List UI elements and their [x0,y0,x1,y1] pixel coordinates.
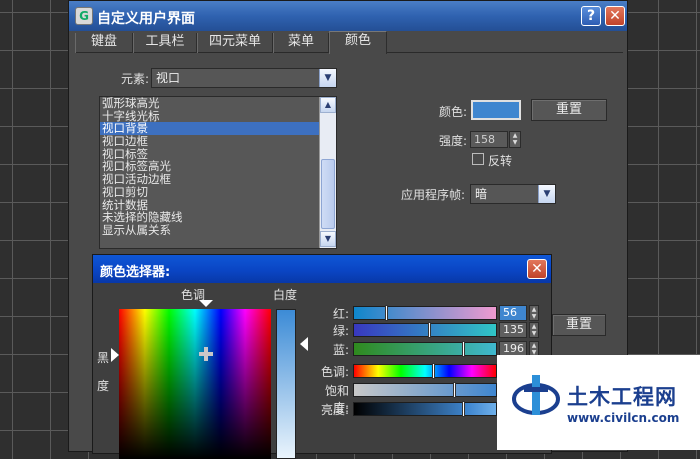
app-frame-dropdown[interactable]: 暗 ▼ [470,184,556,204]
green-spinner[interactable]: ▲ ▼ [529,322,539,338]
list-item[interactable]: 视口边框 [100,135,336,148]
black-label: 黑 [97,351,110,365]
element-value: 视口 [156,71,181,85]
hue-label: 色调: [320,365,349,379]
chevron-down-icon[interactable]: ▼ [538,185,555,203]
tab-quad-menus[interactable]: 四元菜单 [197,33,273,53]
color-swatch[interactable] [471,100,521,120]
tab-menus[interactable]: 菜单 [273,33,329,53]
tab-bar: 键盘 工具栏 四元菜单 菜单 颜色 [75,31,623,54]
blue-label: 蓝: [332,343,349,357]
red-slider[interactable] [353,305,497,321]
tab-toolbars[interactable]: 工具栏 [133,33,197,53]
red-value-input[interactable]: 56 [499,305,527,321]
intensity-input[interactable]: 158 [470,131,508,148]
saturation-slider-knob[interactable] [453,382,456,398]
invert-checkbox[interactable] [472,153,484,165]
green-label: 绿: [332,324,349,338]
chevron-down-icon[interactable]: ▼ [319,69,336,87]
value-slider-knob[interactable] [462,401,465,417]
tab-keyboard[interactable]: 键盘 [75,33,133,53]
green-slider[interactable] [353,322,497,338]
red-label: 红: [332,307,349,321]
hue-marker-icon[interactable] [199,300,213,308]
list-item[interactable]: 视口剪切 [100,186,336,199]
app-frame-value: 暗 [475,187,488,201]
color-selector-title: 颜色选择器: [100,265,171,280]
element-label: 元素: [121,72,150,86]
scroll-thumb[interactable] [321,159,335,229]
app-frame-label: 应用程序帧: [401,188,466,202]
crosshair-icon[interactable] [199,347,213,361]
watermark-url: www.civilcn.com [567,411,680,425]
civilcn-logo-icon [512,375,560,415]
value-label: 亮度: [320,403,349,417]
close-button[interactable]: ✕ [605,6,625,26]
hue-slider-knob[interactable] [432,363,435,379]
blackness-marker-icon[interactable] [111,348,119,362]
color-selector-close-button[interactable]: ✕ [527,259,547,279]
app-icon: G [75,7,93,25]
green-value-input[interactable]: 135 [499,322,527,338]
hue-slider[interactable] [353,363,497,379]
list-item[interactable]: 视口活动边框 [100,173,336,186]
whiteness-bar[interactable] [276,309,296,459]
list-scrollbar[interactable]: ▲ ▼ [319,97,336,248]
watermark: 土木工程网 www.civilcn.com [497,355,700,450]
watermark-name: 土木工程网 [567,385,677,409]
invert-label: 反转 [488,154,513,168]
degree-label: 度 [97,379,110,393]
color-label: 颜色: [439,105,468,119]
value-slider[interactable] [353,401,497,417]
title-bar[interactable]: G 自定义用户界面 ? ✕ [69,1,627,31]
reset-button-2[interactable]: 重置 [552,314,606,336]
element-list[interactable]: 弧形球高光 十字线光标 视口背景 视口边框 视口标签 视口标签高光 视口活动边框 视口剪切 统计… [99,96,337,249]
color-selector-title-bar[interactable]: 颜色选择器: ✕ [93,255,551,283]
element-list-items: 弧形球高光 十字线光标 视口背景 视口边框 视口标签 视口标签高光 视口活动边框 视口剪切 统计… [100,97,336,237]
chevron-down-icon[interactable]: ▼ [320,231,336,247]
hue-blackness-field[interactable] [119,309,271,459]
list-item[interactable]: 显示从属关系 [100,224,336,237]
color-selector-dialog: 颜色选择器: ✕ 色调 白度 黑 度 红: 56 ▲ ▼ 绿: 135 ▲ ▼ 蓝: 196 ▲ ▼ 色… [92,254,552,459]
saturation-slider[interactable] [353,382,497,398]
help-button[interactable]: ? [581,6,601,26]
blue-slider[interactable] [353,341,497,357]
whiteness-marker-icon[interactable] [300,337,308,351]
blue-slider-knob[interactable] [462,341,465,357]
green-slider-knob[interactable] [428,322,431,338]
element-dropdown[interactable]: 视口 ▼ [151,68,337,88]
reset-button[interactable]: 重置 [531,99,607,121]
intensity-spinner[interactable]: ▲ ▼ [509,131,521,148]
red-spinner[interactable]: ▲ ▼ [529,305,539,321]
list-item[interactable]: 弧形球高光 [100,97,336,110]
tab-colors[interactable]: 颜色 [329,31,387,54]
whiteness-header: 白度 [273,288,298,302]
chevron-up-icon[interactable]: ▲ [320,97,336,113]
window-title: 自定义用户界面 [97,11,195,27]
intensity-label: 强度: [439,134,468,148]
list-item[interactable]: 未选择的隐藏线 [100,211,336,224]
red-slider-knob[interactable] [385,305,388,321]
